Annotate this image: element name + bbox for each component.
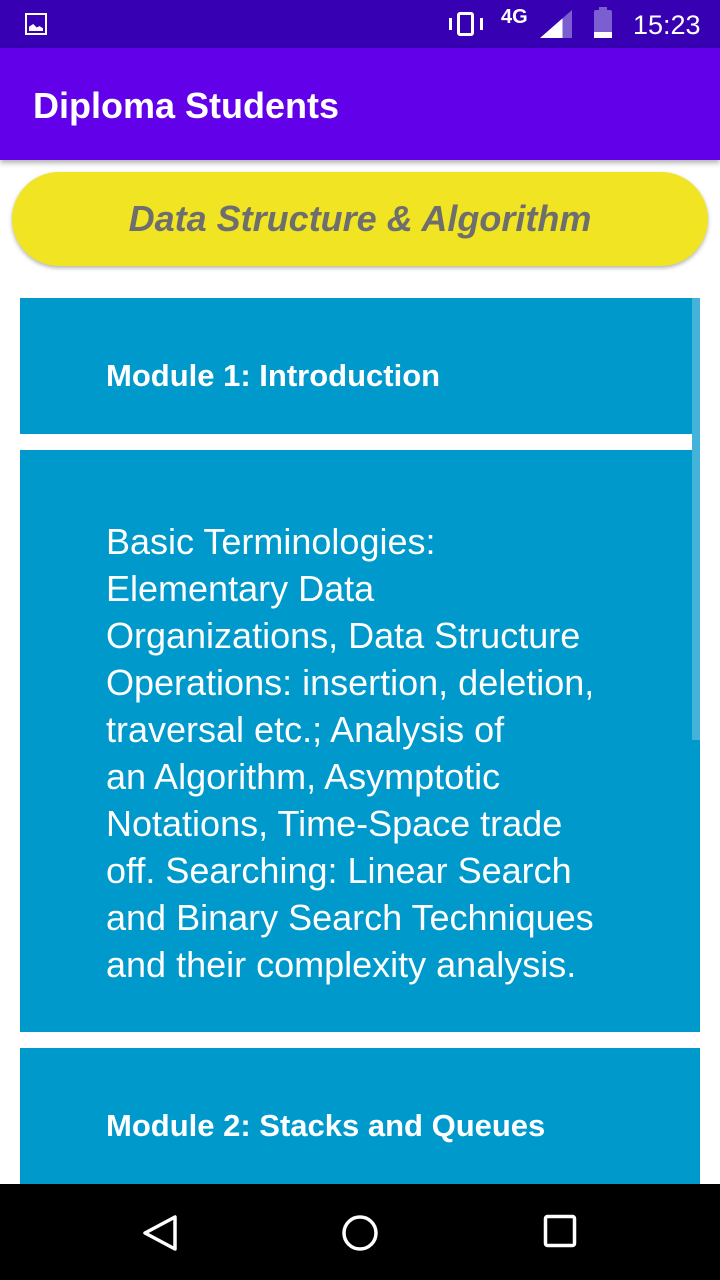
clock: 15:23 — [633, 10, 701, 40]
module-1-description: Basic Terminologies: Elementary Data Org… — [20, 450, 700, 1032]
network-type: 4G — [501, 6, 528, 28]
module-2-header[interactable]: Module 2: Stacks and Queues — [20, 1048, 700, 1184]
signal-icon — [540, 10, 572, 38]
image-icon — [25, 13, 47, 35]
app-title: Diploma Students — [33, 85, 340, 126]
status-bar: 4G 15:23 — [0, 0, 720, 48]
subject-title-button[interactable]: Data Structure & Algorithm — [12, 172, 708, 266]
scrollbar[interactable] — [692, 298, 700, 740]
recents-icon[interactable] — [543, 1214, 577, 1248]
module-1-header[interactable]: Module 1: Introduction — [20, 298, 700, 434]
module-description: Basic Terminologies: Elementary Data Org… — [106, 521, 595, 985]
app-bar: Diploma Students — [0, 48, 720, 160]
vibrate-icon — [448, 10, 484, 38]
module-title: Module 2: Stacks and Queues — [106, 1108, 546, 1143]
module-title: Module 1: Introduction — [106, 358, 441, 393]
battery-icon — [594, 7, 612, 38]
navigation-bar — [0, 1184, 720, 1280]
home-icon[interactable] — [341, 1214, 379, 1252]
back-icon[interactable] — [142, 1214, 178, 1252]
